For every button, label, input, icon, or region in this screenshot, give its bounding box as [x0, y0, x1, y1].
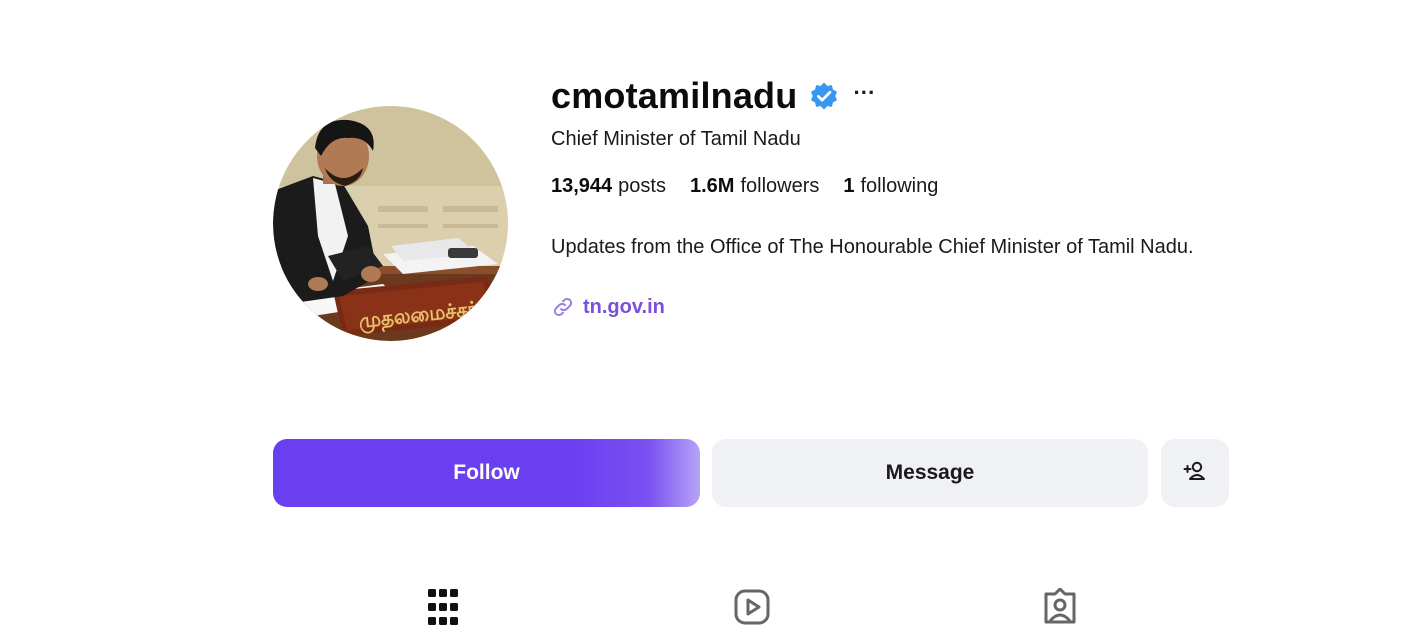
tab-posts[interactable]	[423, 588, 463, 630]
following-label: following	[860, 175, 939, 197]
message-button[interactable]: Message	[712, 439, 1148, 507]
profile-bio: Updates from the Office of The Honourabl…	[551, 236, 1194, 258]
avatar-photo: முதலமைச்சர்	[273, 106, 508, 341]
posts-value: 13,944	[551, 175, 613, 197]
following-link[interactable]: 1 following	[843, 175, 938, 198]
follow-button[interactable]: Follow	[273, 439, 700, 507]
bio-link-text: tn.gov.in	[583, 295, 665, 318]
grid-icon	[428, 588, 458, 630]
posts-label: posts	[618, 175, 666, 197]
followers-value: 1.6M	[689, 175, 735, 197]
profile-avatar[interactable]: முதலமைச்சர்	[273, 106, 508, 341]
tab-tagged[interactable]	[1040, 587, 1080, 631]
profile-page: முதலமைச்சர் cmotamilnadu ··· Chief Minis…	[0, 0, 1414, 642]
profile-stats: 13,944 posts 1.6M followers 1 following	[551, 175, 962, 198]
followers-label: followers	[740, 175, 820, 197]
bio-link[interactable]: tn.gov.in	[551, 295, 665, 319]
tagged-icon	[1042, 587, 1078, 631]
verified-badge-icon	[809, 81, 839, 111]
profile-category: Chief Minister of Tamil Nadu	[551, 128, 801, 150]
more-options-icon[interactable]: ···	[853, 82, 875, 104]
followers-link[interactable]: 1.6M followers	[690, 175, 819, 198]
reels-icon	[734, 589, 770, 630]
link-icon	[551, 295, 575, 319]
tab-reels[interactable]	[732, 589, 772, 629]
username: cmotamilnadu	[551, 75, 798, 116]
add-person-icon	[1182, 458, 1208, 489]
posts-count: 13,944 posts	[551, 175, 666, 198]
following-value: 1	[843, 175, 855, 197]
username-row: cmotamilnadu ···	[551, 74, 875, 118]
suggested-accounts-button[interactable]	[1161, 439, 1229, 507]
